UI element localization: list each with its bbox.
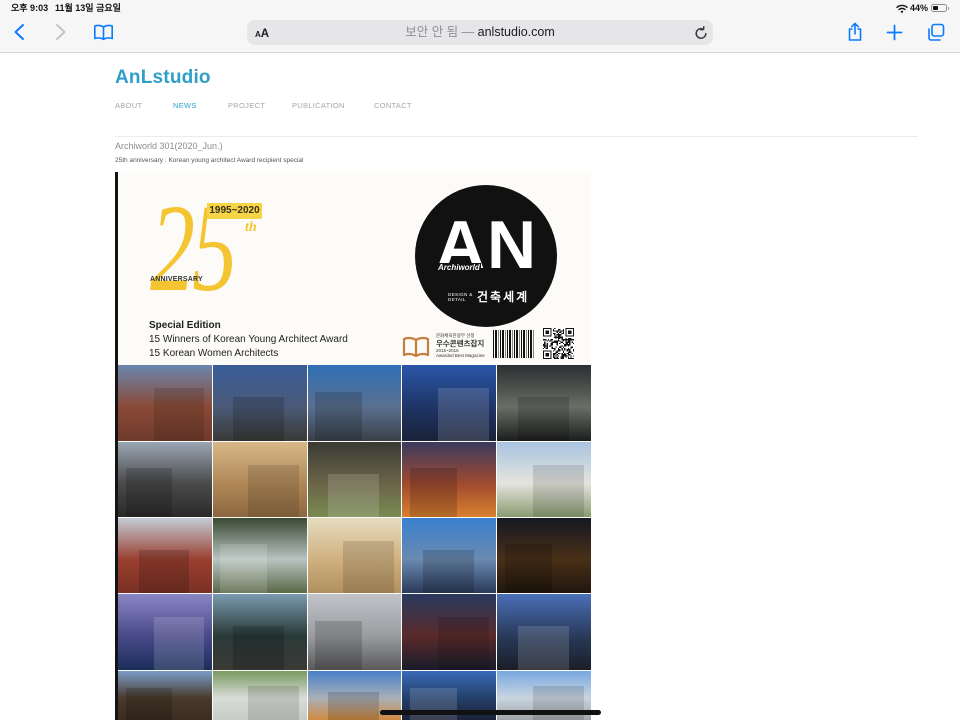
- cover-photo-tile: [212, 365, 307, 441]
- masthead-tagline: DESIGN & DETAIL: [448, 292, 473, 302]
- cover-photo-tile: [497, 518, 591, 593]
- cover-photo-tile: [212, 671, 307, 720]
- battery-icon: [931, 4, 947, 12]
- cover-photo-tile: [212, 518, 307, 593]
- qr-code: [543, 328, 574, 359]
- battery-level-fill: [933, 6, 939, 10]
- tabs-icon: [928, 23, 945, 41]
- masthead-korean-title: 건축세계: [477, 290, 530, 304]
- reload-button[interactable]: [694, 25, 708, 40]
- cover-photo-tile: [307, 442, 402, 517]
- status-time: 오후 9:03: [11, 3, 49, 13]
- nav-publication[interactable]: PUBLICATION: [292, 101, 345, 111]
- address-bar[interactable]: AA 보안 안 됨 — anlstudio.com: [247, 20, 713, 45]
- award-badge-text: 문화체육관광부 선정 우수콘텐츠잡지 2015~2016 Awarded Bes…: [436, 333, 485, 358]
- award-line: Awarded Best Magazine: [436, 353, 485, 358]
- url-domain: anlstudio.com: [477, 25, 555, 39]
- browser-chrome: 오후 9:03 11월 13일 금요일 44% AA 보안 안 됨 — anls…: [0, 0, 960, 53]
- cover-photo-tile: [118, 518, 212, 593]
- header-divider: [115, 136, 918, 137]
- url-display[interactable]: 보안 안 됨 — anlstudio.com: [277, 20, 683, 45]
- status-date: 11월 13일 금요일: [55, 3, 121, 13]
- site-nav: ABOUT NEWS PROJECT PUBLICATION CONTACT: [115, 101, 445, 111]
- year-range-label: 1995~2020: [207, 203, 262, 219]
- cover-photo-tile: [212, 594, 307, 670]
- text-size-button[interactable]: AA: [255, 20, 269, 45]
- cover-headline: 15 Winners of Korean Young Architect Awa…: [149, 334, 348, 345]
- barcode: [493, 330, 535, 358]
- cover-edition: Special Edition: [149, 320, 221, 331]
- post-subtitle: 25th anniversary : Korean young architec…: [115, 157, 304, 164]
- nav-news[interactable]: NEWS: [173, 101, 197, 111]
- award-book-icon: [402, 336, 430, 358]
- award-line: 우수콘텐츠잡지: [436, 339, 485, 348]
- cover-photo-grid: [118, 365, 591, 720]
- anniversary-suffix: th: [245, 220, 257, 235]
- masthead-subtitle: Archiworld: [437, 263, 481, 272]
- nav-about[interactable]: ABOUT: [115, 101, 142, 111]
- masthead-logo: AN Archiworld DESIGN & DETAIL 건축세계: [415, 185, 557, 327]
- cover-photo-tile: [118, 671, 212, 720]
- reload-icon: [695, 25, 707, 39]
- cover-photo-tile: [402, 518, 497, 593]
- battery-cap: [947, 6, 949, 10]
- nav-contact[interactable]: CONTACT: [374, 101, 412, 111]
- chevron-right-icon: [56, 24, 66, 40]
- cover-photo-tile: [497, 365, 591, 441]
- share-icon: [848, 22, 862, 41]
- tabs-button[interactable]: [926, 23, 945, 42]
- chevron-left-icon: [14, 24, 24, 40]
- post-title: Archiworld 301(2020_Jun.): [115, 141, 223, 151]
- wifi-icon: [896, 4, 908, 13]
- forward-button[interactable]: [51, 22, 69, 42]
- anniversary-label: ANNIVERSARY: [150, 276, 203, 283]
- cover-photo-tile: [402, 594, 497, 670]
- back-button[interactable]: [11, 22, 29, 42]
- bookmarks-button[interactable]: [93, 23, 114, 41]
- cover-headlines: Special Edition 15 Winners of Korean You…: [149, 319, 348, 361]
- masthead-tagline-line: DETAIL: [448, 297, 466, 302]
- cover-photo-tile: [118, 594, 212, 670]
- book-icon: [94, 24, 113, 41]
- site-logo[interactable]: AnLstudio: [115, 67, 211, 89]
- cover-photo-tile: [307, 518, 402, 593]
- cover-headline: 15 Korean Women Architects: [149, 348, 279, 359]
- cover-photo-tile: [307, 594, 402, 670]
- cover-photo-tile: [497, 594, 591, 670]
- magazine-cover-image: 25 1995~2020 th ANNIVERSARY Special Edit…: [115, 172, 591, 720]
- url-separator: —: [461, 25, 475, 39]
- security-warning: 보안 안 됨: [405, 25, 459, 39]
- cover-photo-tile: [307, 365, 402, 441]
- nav-project[interactable]: PROJECT: [228, 101, 265, 111]
- cover-photo-tile: [497, 442, 591, 517]
- new-tab-button[interactable]: [886, 24, 903, 41]
- cover-photo-tile: [402, 365, 497, 441]
- cover-photo-tile: [118, 365, 212, 441]
- cover-photo-tile: [402, 442, 497, 517]
- cover-photo-tile: [118, 442, 212, 517]
- share-button[interactable]: [846, 22, 864, 42]
- home-indicator: [380, 710, 601, 715]
- cover-photo-tile: [212, 442, 307, 517]
- text-size-large-label: A: [260, 28, 270, 40]
- battery-percent: 44%: [910, 3, 929, 13]
- plus-icon: [886, 24, 903, 41]
